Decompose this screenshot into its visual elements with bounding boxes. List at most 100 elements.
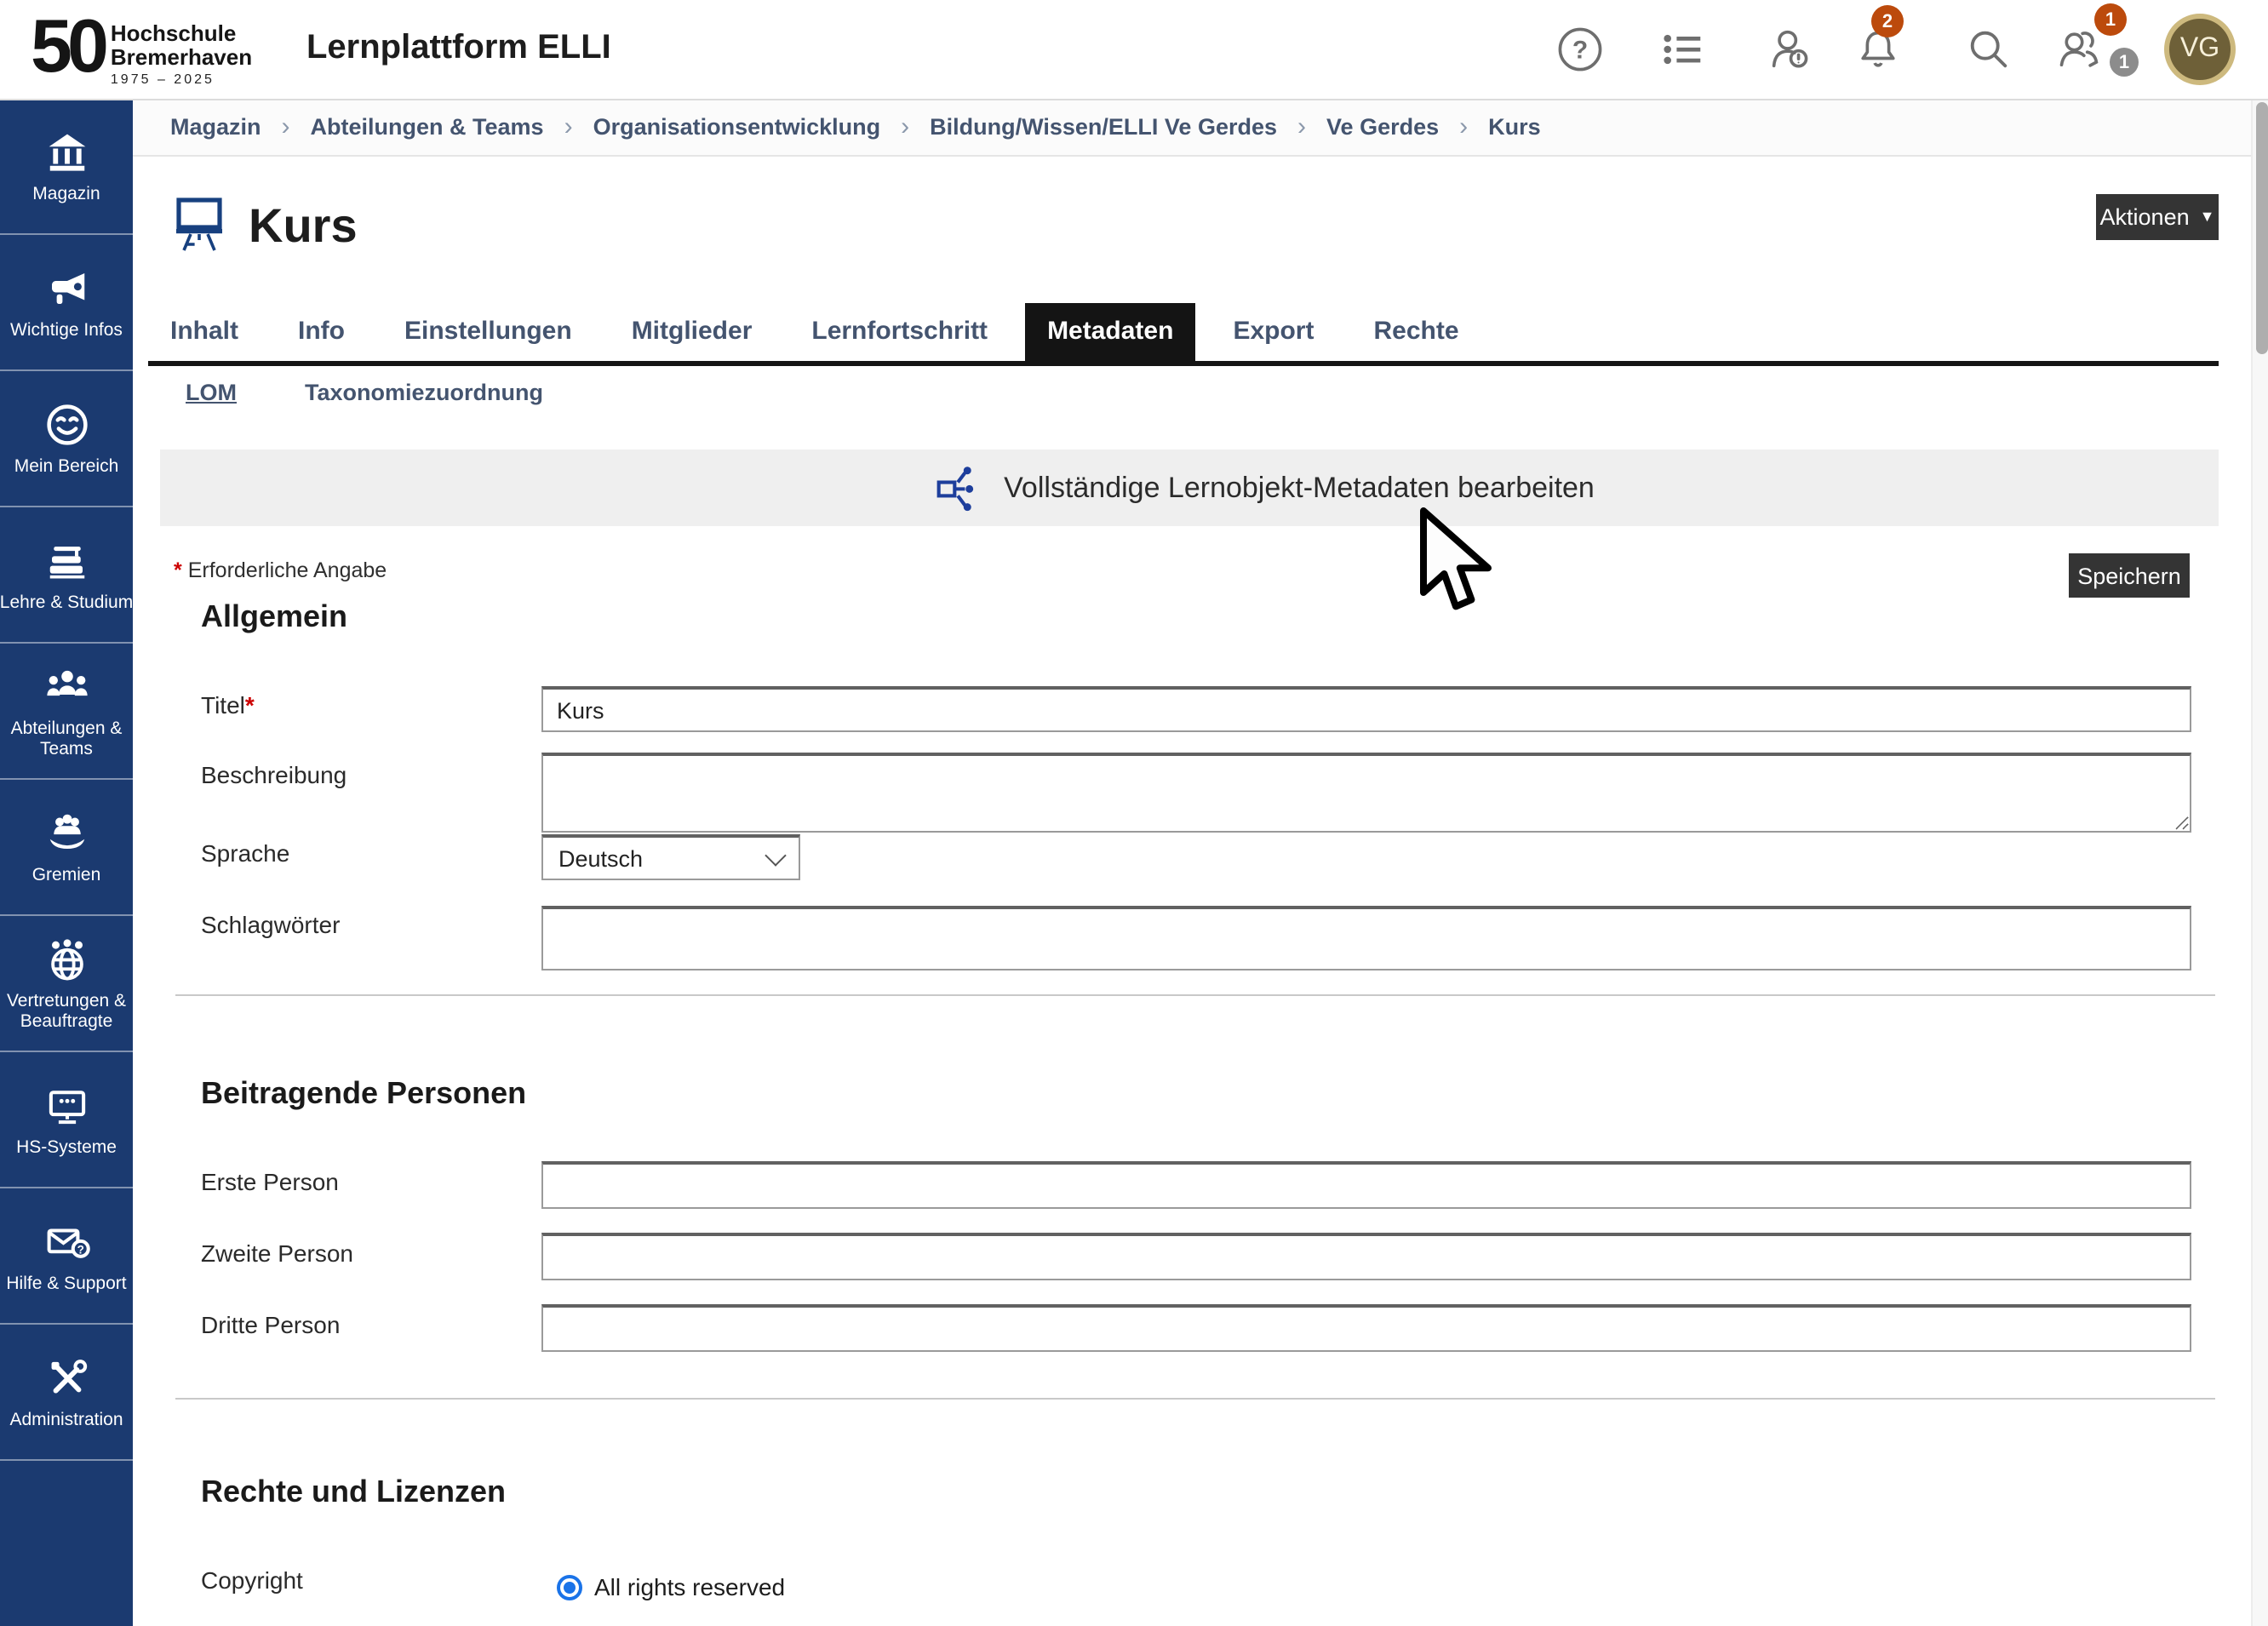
sprache-label: Sprache bbox=[201, 839, 289, 867]
tab-bar: Inhalt Info Einstellungen Mitglieder Ler… bbox=[148, 303, 2219, 366]
sprache-select[interactable]: Deutsch bbox=[541, 834, 800, 880]
tools-icon bbox=[43, 1354, 89, 1400]
caret-down-icon: ▼ bbox=[2200, 209, 2215, 225]
logo-name-line1: Hochschule bbox=[111, 22, 252, 45]
sidebar-item-magazin[interactable]: Magazin bbox=[0, 99, 133, 235]
zweite-person-input[interactable] bbox=[541, 1233, 2191, 1280]
mail-help-icon: ? bbox=[43, 1218, 89, 1264]
user-status-icon[interactable] bbox=[1766, 24, 1817, 75]
beschreibung-label: Beschreibung bbox=[201, 761, 346, 788]
breadcrumb-separator: › bbox=[901, 112, 909, 141]
smiley-icon bbox=[43, 401, 89, 447]
copyright-radio-row: All rights reserved bbox=[557, 1573, 785, 1600]
todo-list-icon[interactable] bbox=[1658, 24, 1710, 75]
actions-button-label: Aktionen bbox=[2100, 204, 2190, 230]
breadcrumb-separator: › bbox=[1459, 112, 1468, 141]
section-divider bbox=[175, 994, 2215, 996]
books-icon bbox=[43, 537, 89, 583]
bank-icon bbox=[43, 129, 89, 175]
sidebar-item-hilfe-support[interactable]: ? Hilfe & Support bbox=[0, 1188, 133, 1325]
copyright-radio-selected[interactable] bbox=[557, 1574, 582, 1600]
sidebar-item-vertretungen[interactable]: Vertretungen & Beauftragte bbox=[0, 916, 133, 1052]
sidebar-item-mein-bereich[interactable]: Mein Bereich bbox=[0, 371, 133, 507]
main-sidebar: Magazin Wichtige Infos Mein Bereich bbox=[0, 99, 133, 1626]
logo-years: 1975 – 2025 bbox=[111, 72, 252, 87]
actions-button[interactable]: Aktionen ▼ bbox=[2096, 194, 2219, 240]
app-title: Lernplattform ELLI bbox=[306, 29, 611, 68]
breadcrumb-link[interactable]: Ve Gerdes bbox=[1326, 114, 1439, 140]
edit-full-metadata-banner[interactable]: Vollständige Lernobjekt-Metadaten bearbe… bbox=[160, 449, 2219, 526]
tab-einstellungen[interactable]: Einstellungen bbox=[382, 303, 594, 361]
section-heading-rechte: Rechte und Lizenzen bbox=[201, 1474, 506, 1510]
breadcrumb-link[interactable]: Kurs bbox=[1488, 114, 1541, 140]
contacts-badge-new: 1 bbox=[2094, 3, 2127, 36]
breadcrumb-link[interactable]: Organisationsentwicklung bbox=[593, 114, 881, 140]
tab-export[interactable]: Export bbox=[1211, 303, 1336, 361]
copyright-label: Copyright bbox=[201, 1566, 303, 1594]
avatar[interactable]: VG bbox=[2164, 14, 2236, 85]
breadcrumb-link[interactable]: Abteilungen & Teams bbox=[311, 114, 544, 140]
globe-people-icon bbox=[43, 936, 89, 982]
tab-info[interactable]: Info bbox=[276, 303, 367, 361]
banner-label: Vollständige Lernobjekt-Metadaten bearbe… bbox=[1004, 471, 1595, 505]
tab-inhalt[interactable]: Inhalt bbox=[148, 303, 261, 361]
chevron-down-icon bbox=[765, 844, 786, 865]
dritte-person-label: Dritte Person bbox=[201, 1311, 340, 1338]
required-asterisk: * bbox=[174, 558, 182, 582]
zweite-person-label: Zweite Person bbox=[201, 1240, 353, 1267]
megaphone-icon bbox=[43, 265, 89, 311]
beschreibung-textarea[interactable] bbox=[541, 753, 2191, 833]
help-icon[interactable]: ? bbox=[1555, 24, 1606, 75]
logo-50-glyph: 50 bbox=[31, 7, 104, 89]
sidebar-item-administration[interactable]: Administration bbox=[0, 1325, 133, 1461]
sidebar-item-label: Hilfe & Support bbox=[6, 1273, 126, 1293]
breadcrumb-link[interactable]: Magazin bbox=[170, 114, 261, 140]
titel-input[interactable] bbox=[541, 686, 2191, 732]
subtab-taxonomiezuordnung[interactable]: Taxonomiezuordnung bbox=[305, 380, 543, 405]
schlagwoerter-input[interactable] bbox=[541, 906, 2191, 970]
sidebar-item-abteilungen-teams[interactable]: Abteilungen & Teams bbox=[0, 644, 133, 780]
sidebar-item-label: HS-Systeme bbox=[16, 1136, 117, 1157]
breadcrumb-separator: › bbox=[1297, 112, 1306, 141]
sidebar-item-label: Mein Bereich bbox=[14, 455, 119, 476]
app-window: 50 Hochschule Bremerhaven 1975 – 2025 Le… bbox=[0, 0, 2268, 1626]
course-board-icon bbox=[174, 196, 225, 254]
sidebar-item-lehre-studium[interactable]: Lehre & Studium bbox=[0, 507, 133, 644]
erste-person-input[interactable] bbox=[541, 1161, 2191, 1209]
required-note: * Erforderliche Angabe bbox=[174, 558, 387, 582]
sidebar-item-hs-systeme[interactable]: HS-Systeme bbox=[0, 1052, 133, 1188]
breadcrumb-separator: › bbox=[282, 112, 290, 141]
people-group-icon bbox=[43, 663, 89, 709]
dritte-person-input[interactable] bbox=[541, 1304, 2191, 1352]
section-divider bbox=[175, 1398, 2215, 1400]
search-icon[interactable] bbox=[1963, 24, 2014, 75]
main-content: Magazin › Abteilungen & Teams › Organisa… bbox=[133, 99, 2251, 1626]
contacts-icon[interactable] bbox=[2055, 24, 2106, 75]
tab-mitglieder[interactable]: Mitglieder bbox=[610, 303, 775, 361]
subtab-bar: LOM Taxonomiezuordnung bbox=[186, 380, 543, 405]
tab-rechte[interactable]: Rechte bbox=[1351, 303, 1480, 361]
titel-label: Titel* bbox=[201, 691, 255, 719]
sidebar-item-wichtige-infos[interactable]: Wichtige Infos bbox=[0, 235, 133, 371]
save-button[interactable]: Speichern bbox=[2069, 553, 2190, 598]
notifications-badge: 2 bbox=[1871, 5, 1904, 37]
subtab-lom[interactable]: LOM bbox=[186, 380, 237, 405]
logo-name-line2: Bremerhaven bbox=[111, 45, 252, 68]
sprache-selected-value: Deutsch bbox=[558, 845, 643, 871]
metadata-node-icon bbox=[934, 464, 982, 512]
scrollbar-thumb[interactable] bbox=[2255, 102, 2267, 354]
contacts-badge-secondary: 1 bbox=[2110, 48, 2139, 77]
sidebar-item-label: Vertretungen & Beauftragte bbox=[7, 990, 126, 1031]
tab-lernfortschritt[interactable]: Lernfortschritt bbox=[789, 303, 1010, 361]
section-heading-beitragende: Beitragende Personen bbox=[201, 1076, 526, 1112]
sidebar-item-label: Gremien bbox=[32, 864, 101, 885]
tab-metadaten[interactable]: Metadaten bbox=[1025, 303, 1195, 361]
breadcrumb-link[interactable]: Bildung/Wissen/ELLI Ve Gerdes bbox=[930, 114, 1277, 140]
sidebar-item-label: Magazin bbox=[32, 183, 100, 203]
top-header: 50 Hochschule Bremerhaven 1975 – 2025 Le… bbox=[0, 0, 2268, 100]
sidebar-item-gremien[interactable]: Gremien bbox=[0, 780, 133, 916]
required-asterisk: * bbox=[245, 691, 255, 719]
breadcrumb-separator: › bbox=[564, 112, 573, 141]
sidebar-item-label: Lehre & Studium bbox=[0, 592, 133, 612]
university-logo[interactable]: 50 Hochschule Bremerhaven 1975 – 2025 bbox=[31, 7, 252, 89]
